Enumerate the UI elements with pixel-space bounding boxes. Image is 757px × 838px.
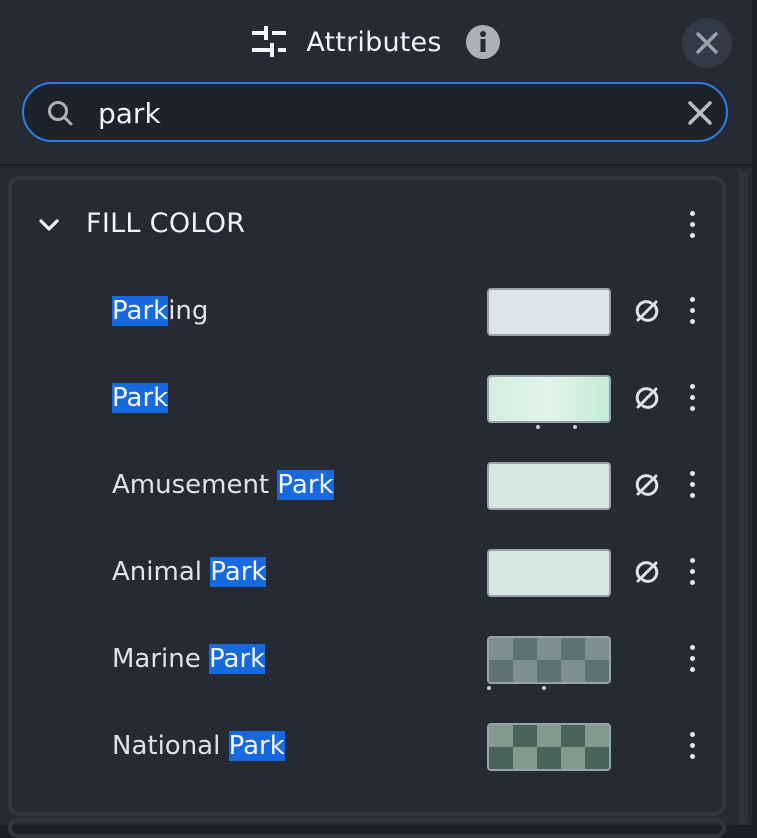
attributes-panel: Attributes park FILL COLOR Parking Park … bbox=[0, 0, 752, 838]
attribute-row[interactable]: Amusement Park bbox=[12, 458, 722, 518]
unlink-icon[interactable] bbox=[632, 557, 662, 587]
search-match-highlight: Park bbox=[112, 296, 169, 326]
section-header[interactable]: FILL COLOR bbox=[12, 200, 722, 250]
search-match-highlight: Park bbox=[277, 470, 334, 500]
row-menu-icon[interactable] bbox=[687, 732, 697, 764]
search-match-highlight: Park bbox=[228, 731, 285, 761]
section-title: FILL COLOR bbox=[86, 208, 246, 239]
attribute-label: Marine Park bbox=[112, 644, 266, 674]
label-text: Marine bbox=[112, 644, 210, 674]
color-swatch[interactable] bbox=[487, 288, 611, 336]
row-menu-icon[interactable] bbox=[687, 645, 697, 677]
close-button[interactable] bbox=[682, 18, 732, 68]
label-text: ing bbox=[168, 296, 209, 326]
color-swatch[interactable] bbox=[487, 462, 611, 510]
close-icon bbox=[696, 32, 718, 54]
unlink-icon[interactable] bbox=[632, 470, 662, 500]
chevron-down-icon[interactable] bbox=[36, 212, 62, 238]
color-swatch[interactable] bbox=[487, 723, 611, 771]
attribute-row[interactable]: National Park bbox=[12, 719, 722, 779]
scrollbar[interactable] bbox=[738, 170, 748, 825]
swatch-indicator-dots bbox=[487, 425, 611, 431]
color-swatch[interactable] bbox=[487, 375, 611, 423]
row-menu-icon[interactable] bbox=[687, 471, 697, 503]
unlink-icon[interactable] bbox=[632, 383, 662, 413]
attribute-label: Park bbox=[112, 383, 169, 413]
title-row: Attributes bbox=[0, 18, 752, 66]
search-match-highlight: Park bbox=[112, 383, 169, 413]
search-match-highlight: Park bbox=[209, 644, 266, 674]
label-text: National bbox=[112, 731, 229, 761]
panel-title: Attributes bbox=[306, 26, 442, 58]
search-box bbox=[22, 82, 728, 142]
next-section bbox=[8, 818, 726, 838]
search-icon bbox=[48, 101, 73, 126]
attribute-label: Parking bbox=[112, 296, 208, 326]
attribute-row[interactable]: Park bbox=[12, 371, 722, 431]
attribute-label: National Park bbox=[112, 731, 285, 761]
clear-search-icon[interactable] bbox=[684, 97, 716, 129]
search-match-highlight: Park bbox=[210, 557, 267, 587]
attribute-row[interactable]: Marine Park bbox=[12, 632, 722, 692]
row-menu-icon[interactable] bbox=[687, 297, 697, 329]
section-menu-icon[interactable] bbox=[687, 211, 697, 243]
sliders-icon bbox=[252, 26, 287, 57]
info-icon[interactable] bbox=[464, 23, 502, 61]
label-text: Amusement bbox=[112, 470, 278, 500]
color-swatch[interactable] bbox=[487, 549, 611, 597]
row-menu-icon[interactable] bbox=[687, 558, 697, 590]
color-swatch[interactable] bbox=[487, 636, 611, 684]
attribute-row[interactable]: Parking bbox=[12, 284, 722, 344]
panel-header: Attributes bbox=[0, 0, 752, 166]
label-text: Animal bbox=[112, 557, 211, 587]
unlink-icon[interactable] bbox=[632, 296, 662, 326]
fill-color-section: FILL COLOR Parking Park Amusement Park Anim… bbox=[8, 176, 726, 816]
search-input[interactable] bbox=[98, 94, 658, 132]
attribute-label: Amusement Park bbox=[112, 470, 334, 500]
swatch-indicator-dots bbox=[487, 686, 611, 692]
row-menu-icon[interactable] bbox=[687, 384, 697, 416]
attribute-label: Animal Park bbox=[112, 557, 267, 587]
attribute-row[interactable]: Animal Park bbox=[12, 545, 722, 605]
